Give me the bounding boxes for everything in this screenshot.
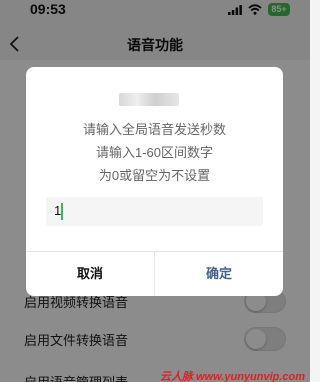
input-dialog: 请输入全局语音发送秒数 请输入1-60区间数字 为0或留空为不设置 1 取消 确… [26, 67, 283, 296]
seconds-input[interactable]: 1 [46, 197, 263, 226]
confirm-button[interactable]: 确定 [155, 252, 283, 296]
dialog-message-line-2: 请输入1-60区间数字 [95, 145, 214, 160]
text-caret [61, 203, 63, 220]
dialog-title-blurred [119, 93, 179, 106]
dialog-message-line-1: 请输入全局语音发送秒数 [82, 122, 226, 137]
cancel-button[interactable]: 取消 [26, 252, 154, 296]
dialog-message-line-3: 为0或留空为不设置 [98, 168, 211, 183]
watermark: 云人脉 www.yunyunvip.com [160, 371, 306, 382]
